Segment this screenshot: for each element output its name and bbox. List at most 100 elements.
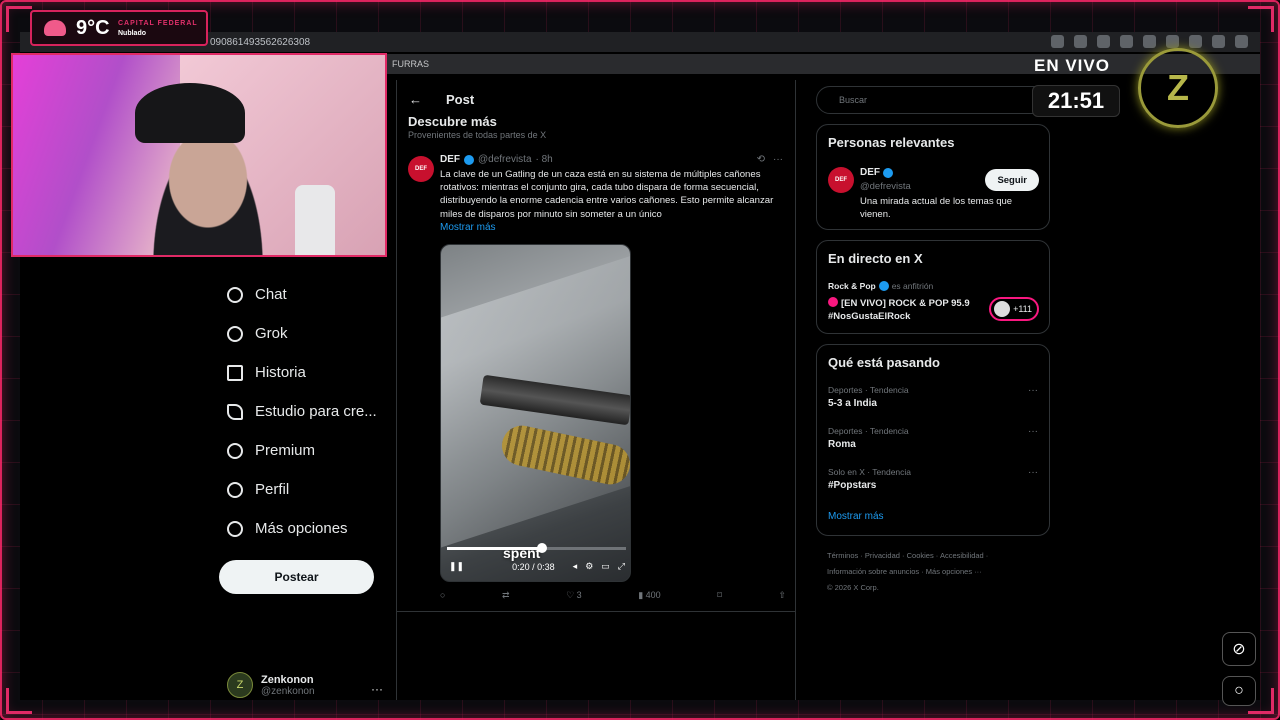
trend-item[interactable]: Deportes · Tendencia Roma ···: [828, 426, 1038, 450]
grok-icon[interactable]: ⊘: [1222, 632, 1256, 666]
trend-item[interactable]: Deportes · Tendencia 5-3 a India ···: [828, 385, 1038, 409]
relevant-handle[interactable]: @defrevista: [860, 181, 911, 192]
discover-title: Descubre más: [408, 114, 497, 129]
bookmark-icon: [227, 364, 243, 381]
extension-icon[interactable]: [1189, 35, 1202, 48]
nav-item-premium[interactable]: Premium: [227, 442, 315, 459]
relevant-name-text: DEF: [860, 167, 880, 178]
search-placeholder: Buscar: [839, 95, 868, 105]
more-icon[interactable]: ···: [1028, 385, 1038, 396]
account-name: Zenkonon: [261, 673, 314, 686]
grok-icon: [227, 325, 243, 342]
live-stream-title-text: [EN VIVO] ROCK & POP 95.9 #NosGustaElRoc…: [828, 298, 970, 322]
url-text[interactable]: 090861493562626308: [210, 37, 310, 48]
verified-badge-icon: [883, 167, 893, 178]
live-stream-title[interactable]: [EN VIVO] ROCK & POP 95.9 #NosGustaElRoc…: [828, 297, 988, 323]
like-button[interactable]: ♡ 3: [566, 590, 582, 601]
chat-icon[interactable]: ○: [1222, 676, 1256, 706]
trend-item[interactable]: Solo en X · Tendencia #Popstars ···: [828, 467, 1038, 491]
stream-clock: 21:51: [1032, 85, 1120, 117]
extension-icon[interactable]: [1143, 35, 1156, 48]
weather-city: CAPITAL FEDERAL: [118, 20, 198, 27]
chat-icon: [227, 286, 243, 303]
more-icon: [227, 520, 243, 537]
extension-icon[interactable]: [1166, 35, 1179, 48]
volume-icon[interactable]: ◂: [573, 561, 578, 572]
post-button[interactable]: Postear: [219, 560, 374, 594]
nav-item-historia[interactable]: Historia: [227, 364, 306, 381]
video-scrub-handle[interactable]: [536, 543, 547, 553]
webcam-chair: [295, 185, 335, 255]
trend-category: Deportes · Tendencia: [828, 426, 909, 436]
nav-item-chat[interactable]: Chat: [227, 286, 287, 303]
trends-show-more-link[interactable]: Mostrar más: [828, 511, 884, 522]
reply-icon[interactable]: ○: [440, 590, 445, 601]
tweet-avatar[interactable]: DEF: [408, 156, 434, 182]
search-input[interactable]: Buscar: [816, 86, 1050, 114]
grok-icon[interactable]: ⟲: [757, 154, 765, 165]
tweet-author-handle[interactable]: @defrevista: [478, 154, 532, 165]
tweet-text: La clave de un Gatling de un caza está e…: [440, 169, 774, 220]
live-host[interactable]: Rock & Pop es anfitrión: [828, 281, 933, 291]
relevant-name[interactable]: DEF: [860, 167, 893, 178]
tweet-author-name[interactable]: DEF: [440, 154, 460, 165]
avatar[interactable]: DEF: [828, 167, 854, 193]
star-icon[interactable]: [1097, 35, 1110, 48]
show-more-link[interactable]: Mostrar más: [440, 222, 496, 233]
relevant-bio: Una mirada actual de los temas que viene…: [860, 196, 1013, 220]
extension-icons: [1051, 35, 1248, 48]
video-time: 0:20 / 0:38: [512, 561, 555, 572]
more-icon[interactable]: ···: [1028, 467, 1038, 478]
account-switcher[interactable]: Z Zenkonon @zenkonon: [227, 672, 315, 698]
video-player[interactable]: spent ❚❚ 0:20 / 0:38 ◂ ⚙ ▭ ⤢: [440, 244, 631, 582]
extension-icon[interactable]: [1120, 35, 1133, 48]
views-button[interactable]: ▮ 400: [638, 590, 660, 601]
nav-item-studio[interactable]: Estudio para cre...: [227, 403, 377, 420]
account-handle: @zenkonon: [261, 685, 315, 697]
right-sidebar: Buscar Personas relevantes DEF DEF @defr…: [816, 80, 1050, 700]
extension-icon[interactable]: [1074, 35, 1087, 48]
trends-card: Qué está pasando Deportes · Tendencia 5-…: [816, 344, 1050, 536]
trend-category: Deportes · Tendencia: [828, 385, 909, 395]
tweet[interactable]: DEF DEF @defrevista · 8h ⟲ ··· La clave …: [397, 146, 795, 612]
card-title: Qué está pasando: [828, 355, 940, 370]
rocket-icon: [227, 403, 243, 420]
cloud-icon: [44, 20, 66, 36]
nav-item-grok[interactable]: Grok: [227, 325, 288, 342]
avatar: Z: [227, 672, 253, 698]
back-arrow-icon[interactable]: ←: [409, 92, 422, 107]
share-icon[interactable]: ⇧: [778, 590, 786, 601]
card-title: En directo en X: [828, 251, 923, 266]
avatar: [994, 301, 1011, 317]
nav-item-label: Estudio para cre...: [255, 403, 377, 420]
follow-button[interactable]: Seguir: [985, 169, 1039, 191]
nav-item-label: Historia: [255, 364, 306, 381]
trend-name: #Popstars: [828, 480, 877, 491]
view-count: 400: [645, 590, 661, 600]
bookmark-icon[interactable]: ⌑: [717, 590, 722, 601]
trend-category: Solo en X · Tendencia: [828, 467, 912, 477]
tweet-top-icons: ⟲ ···: [757, 154, 783, 165]
settings-icon[interactable]: ⚙: [585, 561, 593, 572]
retweet-icon[interactable]: ⇄: [502, 590, 510, 601]
live-host-role: es anfitrión: [891, 281, 934, 291]
live-listeners[interactable]: +111: [989, 297, 1039, 321]
pause-icon[interactable]: ❚❚: [449, 561, 464, 572]
bookmark-item[interactable]: FURRAS: [392, 59, 429, 69]
account-more-icon[interactable]: ···: [371, 682, 383, 696]
nav-item-label: Grok: [255, 325, 288, 342]
footer-line[interactable]: Información sobre anuncios · Más opcione…: [827, 564, 1047, 580]
more-icon[interactable]: ···: [773, 154, 783, 165]
menu-icon[interactable]: [1235, 35, 1248, 48]
nav-item-profile[interactable]: Perfil: [227, 481, 289, 498]
video-progress-bar[interactable]: [447, 543, 626, 553]
footer-line[interactable]: Términos · Privacidad · Cookies · Accesi…: [827, 548, 1047, 564]
puzzle-icon[interactable]: [1212, 35, 1225, 48]
more-icon[interactable]: ···: [1028, 426, 1038, 437]
main-column: ← Post Descubre más Provenientes de toda…: [397, 80, 796, 700]
fullscreen-icon[interactable]: ⤢: [618, 561, 625, 572]
pip-icon[interactable]: ▭: [601, 561, 610, 572]
nav-item-more[interactable]: Más opciones: [227, 520, 348, 537]
channel-logo: Z: [1138, 48, 1218, 128]
extension-icon[interactable]: [1051, 35, 1064, 48]
